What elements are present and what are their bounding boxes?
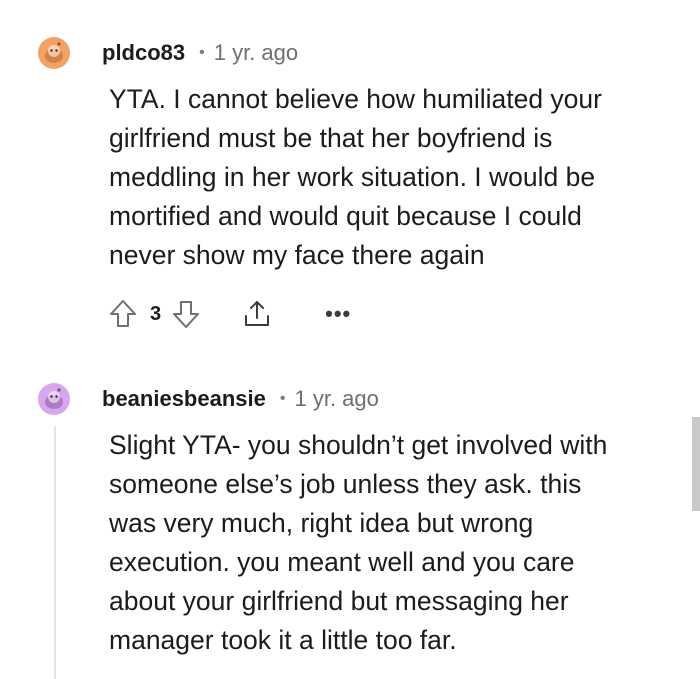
upvote-icon [110,300,136,327]
comment-actions: 3 ••• [108,294,351,334]
comment-text-line: someone else’s job unless they ask. this [109,469,582,499]
timestamp[interactable]: 1 yr. ago [294,386,378,412]
snoo-icon [45,42,63,63]
avatar[interactable] [38,37,70,69]
comment-text-line: mortified and would quit because I could [109,201,582,231]
comment-text-line: never show my face there again [109,240,485,270]
thread-line[interactable] [54,426,56,679]
comment-meta: beaniesbeansie • 1 yr. ago [102,384,379,414]
snoo-icon [45,388,63,409]
comment-text-line: about your girlfriend but messaging her [109,586,569,616]
upvote-button[interactable] [108,298,138,330]
avatar[interactable] [38,383,70,415]
comment-text-line: girlfriend must be that her boyfriend is [109,123,553,153]
more-options-button[interactable]: ••• [325,301,351,327]
meta-separator: • [279,390,286,407]
downvote-button[interactable] [171,298,201,330]
comment-text-line: Slight YTA- you shouldn’t get involved w… [109,430,608,460]
comment-text-line: YTA. I cannot believe how humiliated you… [109,84,602,114]
username[interactable]: pldco83 [102,40,185,66]
username[interactable]: beaniesbeansie [102,386,266,412]
share-icon [245,301,270,326]
downvote-icon [173,301,200,328]
comment-text-line: was very much, right idea but wrong [109,508,534,538]
more-icon: ••• [325,301,352,326]
comment-text-line: execution. you meant well and you care [109,547,575,577]
comment-meta: pldco83 • 1 yr. ago [102,38,298,68]
timestamp[interactable]: 1 yr. ago [214,40,298,66]
comment-text-line: manager took it a little too far. [109,625,457,655]
vote-score: 3 [150,302,162,325]
scrollbar-thumb[interactable] [692,417,700,511]
share-button[interactable] [241,298,273,330]
comment-body: Slight YTA- you shouldn’t get involved w… [109,426,669,660]
comment-body: YTA. I cannot believe how humiliated you… [109,80,669,275]
comment-text-line: meddling in her work situation. I would … [109,162,596,192]
meta-separator: • [199,44,205,61]
comments-page: pldco83 • 1 yr. ago YTA. I cannot believ… [0,0,700,679]
